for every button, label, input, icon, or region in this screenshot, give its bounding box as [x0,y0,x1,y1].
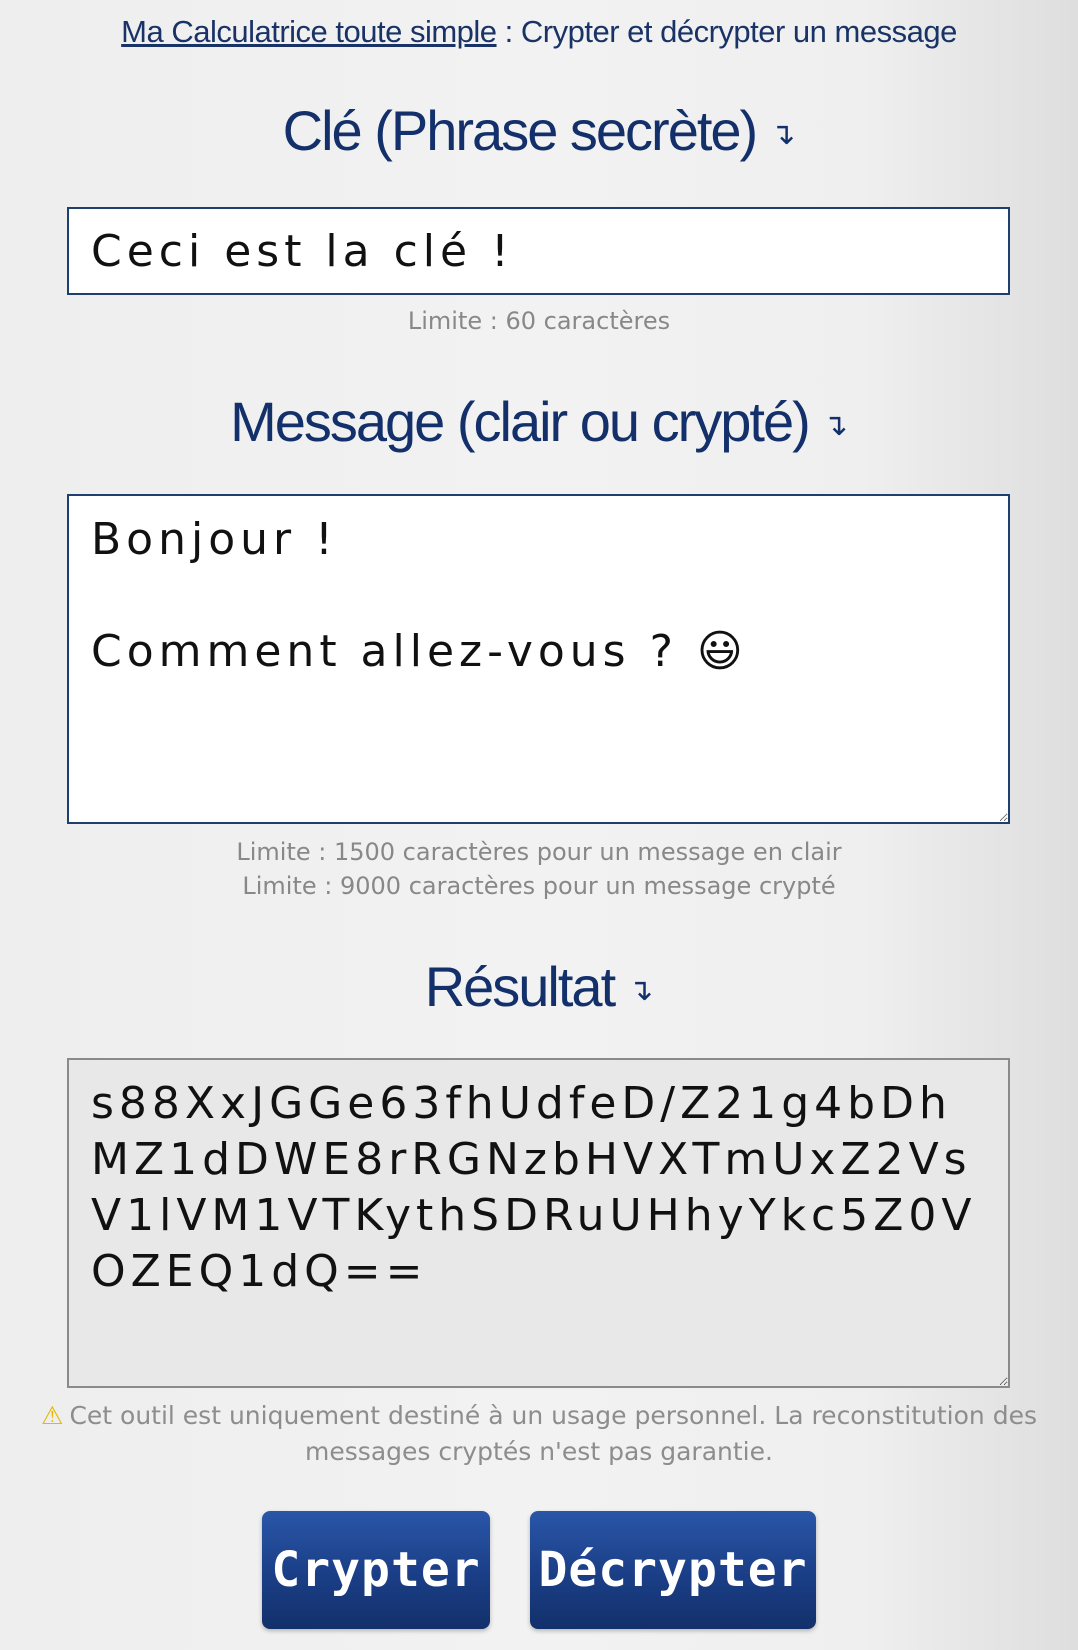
arrow-down-right-icon: ↴ [822,409,848,443]
warning-icon: ⚠ [41,1401,64,1430]
arrow-down-right-icon: ↴ [628,974,654,1008]
message-section-title: Message (clair ou crypté) ↴ [0,387,1078,461]
message-textarea[interactable]: Bonjour ! Comment allez-vous ? 😃 [67,494,1010,824]
key-section-title: Clé (Phrase secrète) ↴ [0,96,1078,170]
breadcrumb: Ma Calculatrice toute simple : Crypter e… [0,10,1078,54]
breadcrumb-separator: : [496,14,521,49]
key-limit-hint: Limite : 60 caractères [407,307,671,335]
result-title-text: Résultat [424,955,616,1018]
encrypt-button[interactable]: Crypter [262,1511,490,1629]
page-subtitle: Crypter et décrypter un message [520,14,957,49]
result-section-title: Résultat ↴ [0,952,1078,1026]
decrypt-button[interactable]: Décrypter [530,1511,816,1629]
result-textarea[interactable]: s88XxJGGe63fhUdfeD/Z21g4bDhMZ1dDWE8rRGNz… [67,1058,1010,1388]
message-limit-hint-crypted: Limite : 9000 caractères pour un message… [242,872,836,900]
message-limit-hint-clear: Limite : 1500 caractères pour un message… [236,838,842,866]
key-title-text: Clé (Phrase secrète) [282,99,759,162]
arrow-down-right-icon: ↴ [770,118,796,152]
disclaimer: ⚠ Cet outil est uniquement destiné à un u… [8,1398,1070,1470]
key-input[interactable] [67,207,1010,295]
message-title-text: Message (clair ou crypté) [230,390,811,453]
disclaimer-text: Cet outil est uniquement destiné à un us… [69,1401,1037,1466]
home-link[interactable]: Ma Calculatrice toute simple [121,14,497,49]
